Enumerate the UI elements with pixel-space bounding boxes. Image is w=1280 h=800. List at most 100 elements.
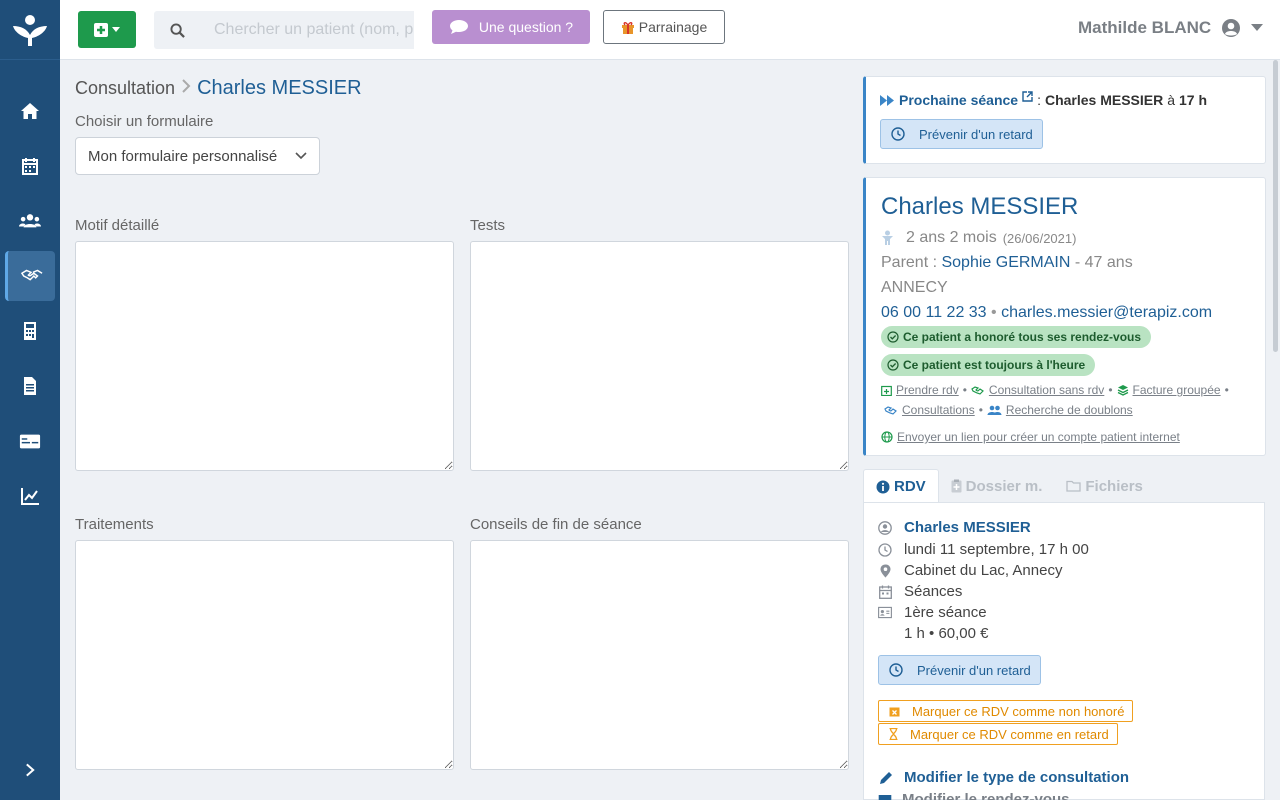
mark-late-button[interactable]: Marquer ce RDV comme en retard [878,723,1118,745]
modify-type-link[interactable]: Modifier le type de consultation [878,769,1129,786]
form-select[interactable]: Mon formulaire personnalisé [75,137,320,175]
rdv-patient-link[interactable]: Charles MESSIER [904,519,1031,536]
rdv-location: Cabinet du Lac, Annecy [904,562,1063,579]
mark-late-label: Marquer ce RDV comme en retard [910,726,1109,742]
rdv-type-line: Séances [878,583,962,600]
book-appointment-link[interactable]: Prendre rdv [896,383,959,397]
clock-icon [878,542,892,557]
sidebar-item-home[interactable] [0,86,60,136]
patient-email[interactable]: charles.messier@terapiz.com [1001,304,1212,321]
patient-phone[interactable]: 06 00 11 22 33 [881,304,987,321]
traitements-label: Traitements [75,516,154,533]
sidebar-item-consultations[interactable] [5,251,55,301]
grouped-invoice-link[interactable]: Facture groupée [1133,383,1221,397]
sidebar-collapse-button[interactable] [0,745,60,795]
search-icon[interactable] [154,11,200,49]
next-session-patient: Charles MESSIER [1044,92,1164,108]
breadcrumb-current: Charles MESSIER [197,77,362,99]
mark-no-show-button[interactable]: Marquer ce RDV comme non honoré [878,700,1134,722]
app-logo[interactable] [0,0,60,60]
patient-contact-line: 06 00 11 22 33 • charles.messier@terapiz… [881,304,1213,321]
parent-name-link[interactable]: Sophie GERMAIN [941,254,1070,271]
calendar-icon [878,794,892,800]
gift-icon [621,22,634,34]
patient-actions-row-3: Envoyer un lien pour créer un compte pat… [881,430,1180,444]
consult-no-rdv-link[interactable]: Consultation sans rdv [989,383,1104,397]
map-marker-icon [880,564,890,577]
id-card-icon [878,606,892,619]
badge-ontime-label: Ce patient est toujours à l'heure [903,358,1086,372]
modify-rdv-link[interactable]: Modifier le rendez-vous [878,791,1070,800]
patient-birthdate: (26/06/2021) [1002,230,1077,246]
page-scrollbar[interactable] [1273,60,1278,352]
calendar-times-icon [889,707,900,716]
send-account-link[interactable]: Envoyer un lien pour créer un compte pat… [897,430,1180,444]
patient-name[interactable]: Charles MESSIER [881,193,1078,221]
user-name: Mathilde BLANC [1078,18,1212,37]
parrainage-button[interactable]: Parrainage [603,10,725,44]
breadcrumb-root[interactable]: Consultation [75,78,175,99]
form-select-value: Mon formulaire personnalisé [88,147,278,165]
rdv-session-line: 1ère séance [878,604,987,621]
sidebar-item-accounting[interactable] [0,306,60,356]
add-button[interactable] [78,11,136,48]
caret-down-icon [1251,24,1264,31]
child-icon [882,230,893,245]
next-session-late-button[interactable]: Prévenir d'un retard [880,119,1043,149]
chevron-down-icon [295,152,307,160]
traitements-textarea[interactable] [75,540,454,770]
check-circle-icon [887,331,899,343]
tests-label: Tests [470,217,506,234]
user-menu[interactable]: Mathilde BLANC [1078,18,1264,38]
card-icon [19,434,41,449]
sidebar-item-patients[interactable] [0,196,60,246]
conseils-textarea[interactable] [470,540,849,770]
file-icon [24,377,36,395]
modify-rdv-label: Modifier le rendez-vous [902,791,1070,800]
rdv-datetime: lundi 11 septembre, 17 h 00 [904,541,1089,558]
parent-label: Parent : [881,254,938,271]
badge-honored-label: Ce patient a honoré tous ses rendez-vous [903,330,1142,344]
duplicates-link[interactable]: Recherche de doublons [1006,403,1133,417]
terapiz-logo-icon [13,14,47,46]
next-session-link[interactable]: Prochaine séance [899,92,1018,108]
topbar: Une question ? Parrainage Mathilde BLANC [60,0,1280,60]
sidebar [0,0,60,800]
tab-rdv-label: RDV [894,478,926,495]
tab-dossier[interactable]: Dossier m. [939,469,1055,503]
info-icon [876,480,890,493]
motif-textarea[interactable] [75,241,454,471]
tests-textarea[interactable] [470,241,849,471]
home-icon [21,103,39,119]
clipboard-icon [951,479,962,493]
external-link-icon[interactable] [1022,90,1033,102]
badge-honored: Ce patient a honoré tous ses rendez-vous [881,326,1152,348]
sidebar-item-documents[interactable] [0,361,60,411]
tab-fichiers[interactable]: Fichiers [1054,469,1155,503]
sidebar-item-stats[interactable] [0,471,60,521]
sidebar-item-calendar[interactable] [0,141,60,191]
search-input[interactable] [200,11,414,49]
clock-icon [889,663,903,677]
badge-ontime: Ce patient est toujours à l'heure [881,354,1096,376]
next-session-late-label: Prévenir d'un retard [919,126,1033,142]
clock-icon [891,127,905,141]
question-button-label: Une question ? [478,19,574,35]
check-circle-icon [887,359,899,371]
handshake-icon [971,385,984,395]
patient-age: 2 ans 2 mois [906,229,997,246]
calculator-icon [24,322,36,340]
rdv-late-button[interactable]: Prévenir d'un retard [878,655,1041,685]
consultations-link[interactable]: Consultations [902,403,975,417]
globe-icon [881,431,893,443]
user-circle-icon [1222,19,1241,37]
question-button[interactable]: Une question ? [432,10,590,44]
tab-rdv[interactable]: RDV [863,469,939,503]
form-choice-label: Choisir un formulaire [75,113,214,130]
sidebar-item-payments[interactable] [0,416,60,466]
chart-icon [21,488,39,505]
rdv-session: 1ère séance [904,604,987,621]
conseils-label: Conseils de fin de séance [470,516,642,533]
users-icon [19,214,41,228]
patient-city: ANNECY [881,279,948,296]
